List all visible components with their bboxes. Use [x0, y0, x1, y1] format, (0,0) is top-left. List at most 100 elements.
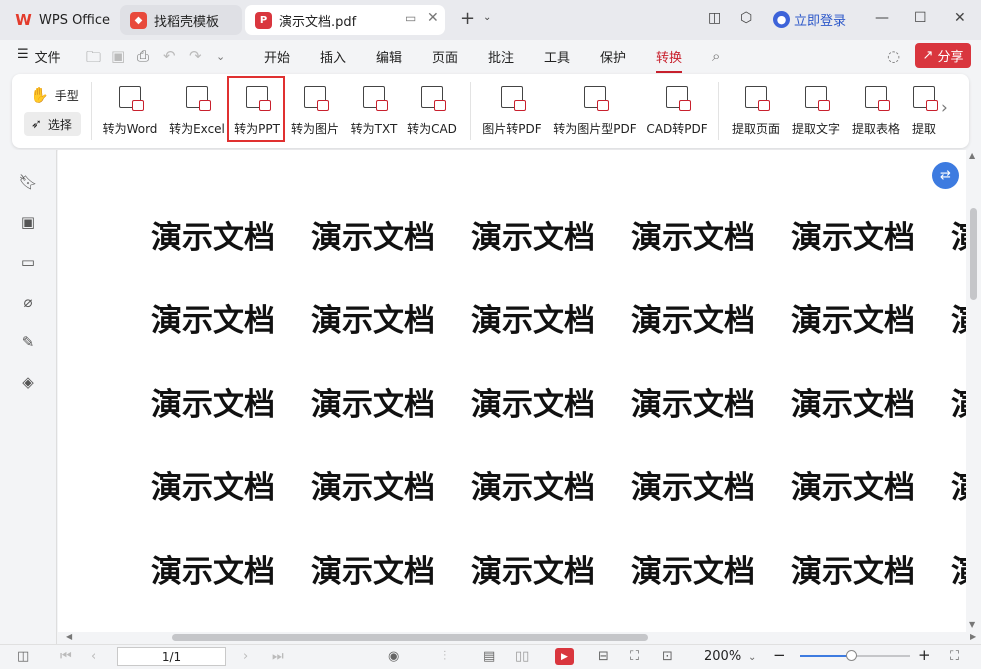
zoom-level[interactable]: 200% — [704, 649, 741, 664]
first-page-icon[interactable]: ⏮ — [60, 649, 72, 664]
bookmark-icon[interactable]: 🔖︎ — [18, 173, 37, 191]
document-text: 演示文档 — [151, 387, 275, 423]
close-window-icon[interactable]: ✕ — [954, 10, 966, 26]
fullscreen-icon[interactable]: ⛶ — [950, 649, 959, 664]
undo-icon[interactable]: ↶ — [163, 47, 176, 65]
hamburger-icon: ☰ — [17, 47, 29, 62]
ribbon-scroll-right-icon[interactable]: › — [941, 98, 948, 118]
wps-pdf-window: W WPS Office ◆ 找稻壳模板 P 演示文档.pdf ▭ ✕ + ⌄ … — [0, 0, 981, 669]
button-label: 提取 — [911, 122, 936, 136]
document-text: 演示文档 — [791, 387, 915, 423]
chat-icon[interactable]: ◌ — [887, 47, 900, 65]
login-button[interactable]: ● 立即登录 — [773, 10, 846, 29]
cad-to-pdf-button[interactable]: CAD转PDF — [644, 74, 710, 148]
signature-icon[interactable]: ✎ — [19, 333, 37, 351]
fit-page-icon[interactable]: ⛶ — [630, 649, 639, 664]
save-icon[interactable]: ▣ — [111, 47, 125, 65]
share-button[interactable]: ↗ 分享 — [915, 43, 971, 68]
menu-item-edit[interactable]: 编辑 — [376, 47, 402, 66]
document-text: 演示文档 — [151, 220, 275, 256]
to-excel-button[interactable]: 转为Excel — [166, 74, 228, 148]
to-txt-button[interactable]: 转为TXT — [347, 74, 401, 148]
button-label: CAD转PDF — [646, 122, 708, 136]
play-icon[interactable]: ▶ — [555, 648, 574, 665]
new-tab-icon[interactable]: + — [460, 8, 475, 29]
chevron-down-icon[interactable]: ⌄ — [483, 12, 491, 23]
menu-item-tools[interactable]: 工具 — [544, 47, 570, 66]
extract-table-button[interactable]: 提取表格 — [848, 74, 904, 148]
select-tool-button[interactable]: ➶ 选择 — [24, 112, 81, 136]
redo-icon[interactable]: ↷ — [189, 47, 202, 65]
monitor-icon[interactable]: ▭ — [405, 11, 416, 25]
image-to-pdf-button[interactable]: 图片转PDF — [478, 74, 546, 148]
to-ppt-button[interactable]: 转为PPT — [230, 74, 284, 148]
single-page-icon[interactable]: ▤ — [483, 649, 495, 664]
search-icon[interactable]: ⌕ — [712, 47, 720, 65]
more-chevron-icon[interactable]: ⌄ — [216, 50, 225, 63]
document-text: 演示文档 — [151, 554, 275, 590]
menu-item-comment[interactable]: 批注 — [488, 47, 514, 66]
print-icon[interactable]: ⎙ — [137, 47, 149, 65]
extract-more-button[interactable]: 提取 — [908, 74, 940, 148]
extract-text-button[interactable]: 提取文字 — [788, 74, 844, 148]
zoom-out-icon[interactable]: − — [773, 646, 786, 664]
scroll-up-icon[interactable]: ▲ — [969, 151, 975, 160]
cad-convert-icon — [421, 86, 446, 111]
eye-icon[interactable]: ◉ — [388, 649, 399, 664]
vertical-scroll-thumb[interactable] — [970, 208, 977, 300]
scroll-left-icon[interactable]: ◀ — [66, 632, 72, 641]
thumbnail-icon[interactable]: ▣ — [19, 213, 37, 231]
zoom-in-icon[interactable]: + — [918, 646, 931, 664]
panel-toggle-icon[interactable]: ◫ — [17, 649, 29, 664]
scroll-right-icon[interactable]: ▶ — [970, 632, 976, 641]
document-text: 演示文档 — [631, 220, 755, 256]
menu-item-protect[interactable]: 保护 — [600, 47, 626, 66]
tab-label: 找稻壳模板 — [154, 14, 220, 30]
attachment-icon[interactable]: ⌀ — [19, 293, 37, 311]
comment-icon[interactable]: ▭ — [19, 253, 37, 271]
layers-icon[interactable]: ◈ — [19, 373, 37, 391]
to-cad-button[interactable]: 转为CAD — [404, 74, 460, 148]
extract-page-button[interactable]: 提取页面 — [728, 74, 784, 148]
cube-icon[interactable]: ⬡ — [740, 10, 752, 26]
scroll-down-icon[interactable]: ▼ — [969, 620, 975, 629]
menu-item-insert[interactable]: 插入 — [320, 47, 346, 66]
prev-page-icon[interactable]: ‹ — [91, 649, 96, 664]
ribbon-divider — [718, 82, 719, 140]
to-image-button[interactable]: 转为图片 — [287, 74, 343, 148]
last-page-icon[interactable]: ⏭ — [272, 649, 284, 664]
sidebar-toggle-icon[interactable]: ◫ — [708, 10, 721, 26]
zoom-slider-handle[interactable] — [846, 650, 857, 661]
to-image-pdf-button[interactable]: 转为图片型PDF — [550, 74, 640, 148]
tab-demo-pdf[interactable]: P 演示文档.pdf ▭ ✕ — [245, 5, 445, 35]
minimize-icon[interactable]: — — [875, 10, 889, 26]
convert-float-button[interactable]: ⇄ — [932, 162, 959, 189]
document-text: 演示文档 — [951, 295, 966, 340]
menu-item-convert[interactable]: 转换 — [656, 47, 683, 73]
hand-icon: ✋ — [30, 86, 49, 104]
tab-docer-templates[interactable]: ◆ 找稻壳模板 — [120, 5, 242, 35]
zoom-chevron-icon[interactable]: ⌄ — [748, 652, 756, 663]
hand-tool-button[interactable]: ✋ 手型 — [30, 86, 79, 104]
menu-item-start[interactable]: 开始 — [264, 47, 290, 66]
title-bar: W WPS Office ◆ 找稻壳模板 P 演示文档.pdf ▭ ✕ + ⌄ … — [0, 0, 981, 40]
document-text: 演示文档 — [791, 470, 915, 506]
to-word-button[interactable]: 转为Word — [100, 74, 160, 148]
horizontal-scroll-thumb[interactable] — [172, 634, 648, 641]
crop-icon[interactable]: ⊡ — [662, 649, 673, 664]
wps-logo-icon: W — [15, 11, 32, 29]
close-tab-icon[interactable]: ✕ — [427, 10, 439, 26]
open-folder-icon[interactable]: 🗀 — [86, 47, 101, 72]
fit-width-icon[interactable]: ⊟ — [598, 649, 609, 664]
double-page-icon[interactable]: ▯▯ — [515, 649, 529, 664]
document-canvas[interactable]: 演示文档 演示文档 演示文档 演示文档 演示文档 演示文档 演示文档 演示文档 演示文档 演示文档… — [58, 150, 966, 632]
maximize-icon[interactable]: ☐ — [914, 10, 927, 26]
menu-item-page[interactable]: 页面 — [432, 47, 458, 66]
tab-wps-office[interactable]: W WPS Office — [5, 5, 117, 35]
split-view-icon[interactable]: ⫶ — [443, 649, 446, 664]
next-page-icon[interactable]: › — [243, 649, 248, 664]
left-sidebar: 🔖︎ ▣ ▭ ⌀ ✎ ◈ — [0, 150, 57, 644]
document-text: 演示文档 — [311, 387, 435, 423]
file-menu[interactable]: ☰ 文件 — [17, 47, 61, 66]
page-number-input[interactable]: 1/1 — [117, 647, 226, 666]
